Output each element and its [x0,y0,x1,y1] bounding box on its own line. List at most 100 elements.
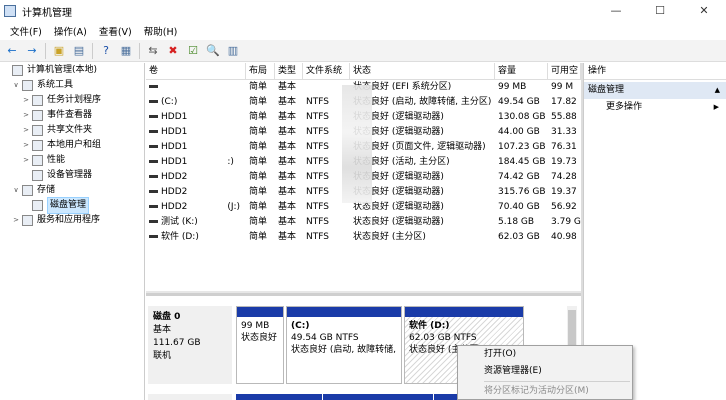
column-header-volume[interactable]: 卷 [146,63,246,79]
volume-name: HDD2 [161,187,188,197]
expand-arrow-icon[interactable]: > [12,213,20,228]
tree-item[interactable]: 设备管理器 [0,168,144,183]
table-cell: 简单 [249,172,268,182]
disk-1-label[interactable] [148,394,232,400]
column-header-capacity[interactable]: 容量 [495,63,548,79]
partition-title: (C:) [291,321,310,331]
tree-item-label: 事件查看器 [47,110,93,120]
tree-item[interactable]: > 共享文件夹 [0,123,144,138]
volume-table-header: 卷 布局 类型 文件系统 状态 容量 可用空 [146,63,581,80]
tree-item[interactable]: > 性能 [0,153,144,168]
up-folder-icon[interactable]: ▣ [51,43,67,59]
more-actions-label: 更多操作 [606,102,643,112]
volume-icon [149,235,158,238]
menu-action[interactable]: 操作(A) [48,24,93,38]
disk-0-partition[interactable]: (C:) 49.54 GB NTFS 状态良好 (启动, 故障转储, [286,306,402,384]
maximize-button[interactable]: ☐ [638,0,682,22]
disk-0-partition[interactable]: 99 MB 状态良好 [236,306,284,384]
toolbar-separator [45,42,46,59]
volume-cell: HDD2 (J:) [146,200,246,215]
connect-icon[interactable]: ⇆ [145,43,161,59]
volume-cell: HDD2 [146,185,246,200]
redacted-area [342,85,372,203]
tree-node-icon [32,140,43,151]
column-header-free-space[interactable]: 可用空 [548,63,581,79]
tree-node-icon [32,110,43,121]
tree-item[interactable]: > 本地用户和组 [0,138,144,153]
table-cell: 74.28 [551,172,577,182]
table-cell: 56.92 [551,202,577,212]
more-actions-item[interactable]: 更多操作 ▶ [584,99,726,115]
actions-section-label: 磁盘管理 [588,85,625,95]
menu-help[interactable]: 帮助(H) [138,24,184,38]
tree-item[interactable]: 磁盘管理 [0,197,144,214]
volume-name: HDD2 [161,202,188,212]
disk-0-name: 磁盘 0 [153,312,181,322]
disk-0-type: 基本 [153,325,172,335]
menu-file[interactable]: 文件(F) [4,24,48,38]
disk-0-label[interactable]: 磁盘 0 基本 111.67 GB 联机 [148,306,232,384]
tree-item[interactable]: > 任务计划程序 [0,93,144,108]
volume-icon [149,145,158,148]
expand-arrow-icon[interactable]: ∨ [12,78,20,93]
tree-item[interactable]: ∨ 系统工具 [0,78,144,93]
submenu-arrow-icon: ▶ [713,103,719,111]
volume-icon [149,115,158,118]
volume-name: HDD1 [161,157,188,167]
expand-arrow-icon[interactable]: > [22,108,30,123]
back-arrow-icon[interactable]: ← [4,43,20,59]
delete-icon[interactable]: ✖ [165,43,181,59]
tree-item[interactable]: 计算机管理(本地) [0,63,144,78]
expand-arrow-icon[interactable]: > [22,123,30,138]
minimize-button[interactable]: — [594,0,638,22]
disk-1-partition-bar[interactable] [236,394,322,400]
table-cell: 简单 [249,112,268,122]
table-cell: 19.37 [551,187,577,197]
tree-item-label: 性能 [47,155,66,165]
table-row[interactable]: 测试 (K:) 简单 基本 NTFS 状态良好 (逻辑驱动器) 5.18 GB 3.79 G [146,215,581,230]
forward-arrow-icon[interactable]: → [24,43,40,59]
actions-section-disk-management[interactable]: 磁盘管理 ▲ [584,82,726,99]
partition-color-bar [287,307,401,317]
disk-1-partition-bar[interactable] [323,394,433,400]
expand-arrow-icon[interactable]: ∨ [12,183,20,198]
computer-management-icon [4,5,16,17]
grid-view-icon[interactable]: ▥ [225,43,241,59]
tree-item[interactable]: > 事件查看器 [0,108,144,123]
expand-arrow-icon[interactable]: > [22,93,30,108]
check-icon[interactable]: ☑ [185,43,201,59]
expand-arrow-icon[interactable]: > [22,153,30,168]
help-icon[interactable]: ? [98,43,114,59]
partition-info: 99 MB 状态良好 [237,317,283,347]
column-header-type[interactable]: 类型 [275,63,303,79]
table-row[interactable]: 软件 (D:) 简单 基本 NTFS 状态良好 (主分区) 62.03 GB 40.98 [146,230,581,245]
tree-item[interactable]: ∨ 存储 [0,183,144,198]
close-button[interactable]: ✕ [682,0,726,22]
context-menu-item[interactable]: 打开(O) [458,346,632,363]
context-menu-item[interactable]: 资源管理器(E) [458,363,632,380]
tree-item[interactable]: > 服务和应用程序 [0,213,144,228]
volume-suffix: (J:) [227,202,241,212]
column-header-status[interactable]: 状态 [350,63,495,79]
volume-cell: 软件 (D:) [146,230,246,245]
menu-bar: 文件(F) 操作(A) 查看(V) 帮助(H) [0,22,726,40]
volume-suffix: :) [227,157,234,167]
table-cell: 基本 [278,82,297,92]
expand-arrow-icon[interactable]: > [22,138,30,153]
tree-node-icon [22,215,33,226]
menu-view[interactable]: 查看(V) [93,24,138,38]
column-header-filesystem[interactable]: 文件系统 [303,63,350,79]
column-header-layout[interactable]: 布局 [246,63,275,79]
volume-icon [149,100,158,103]
disk-0-size: 111.67 GB [153,338,201,348]
show-hide-tree-icon[interactable]: ▤ [71,43,87,59]
properties-icon[interactable]: ▦ [118,43,134,59]
table-cell: 基本 [278,127,297,137]
volume-name: HDD1 [161,142,188,152]
tree-item-label: 服务和应用程序 [37,215,101,225]
volume-icon [149,85,158,88]
collapse-caret-icon[interactable]: ▲ [715,82,720,99]
table-cell: 99 M [551,82,574,92]
search-folder-icon[interactable]: 🔍 [205,43,221,59]
navigation-tree: 计算机管理(本地) ∨ 系统工具 > 任务计划程序 > 事件查看器 > 共享文件夹 > 本地用户和组… [0,63,145,400]
